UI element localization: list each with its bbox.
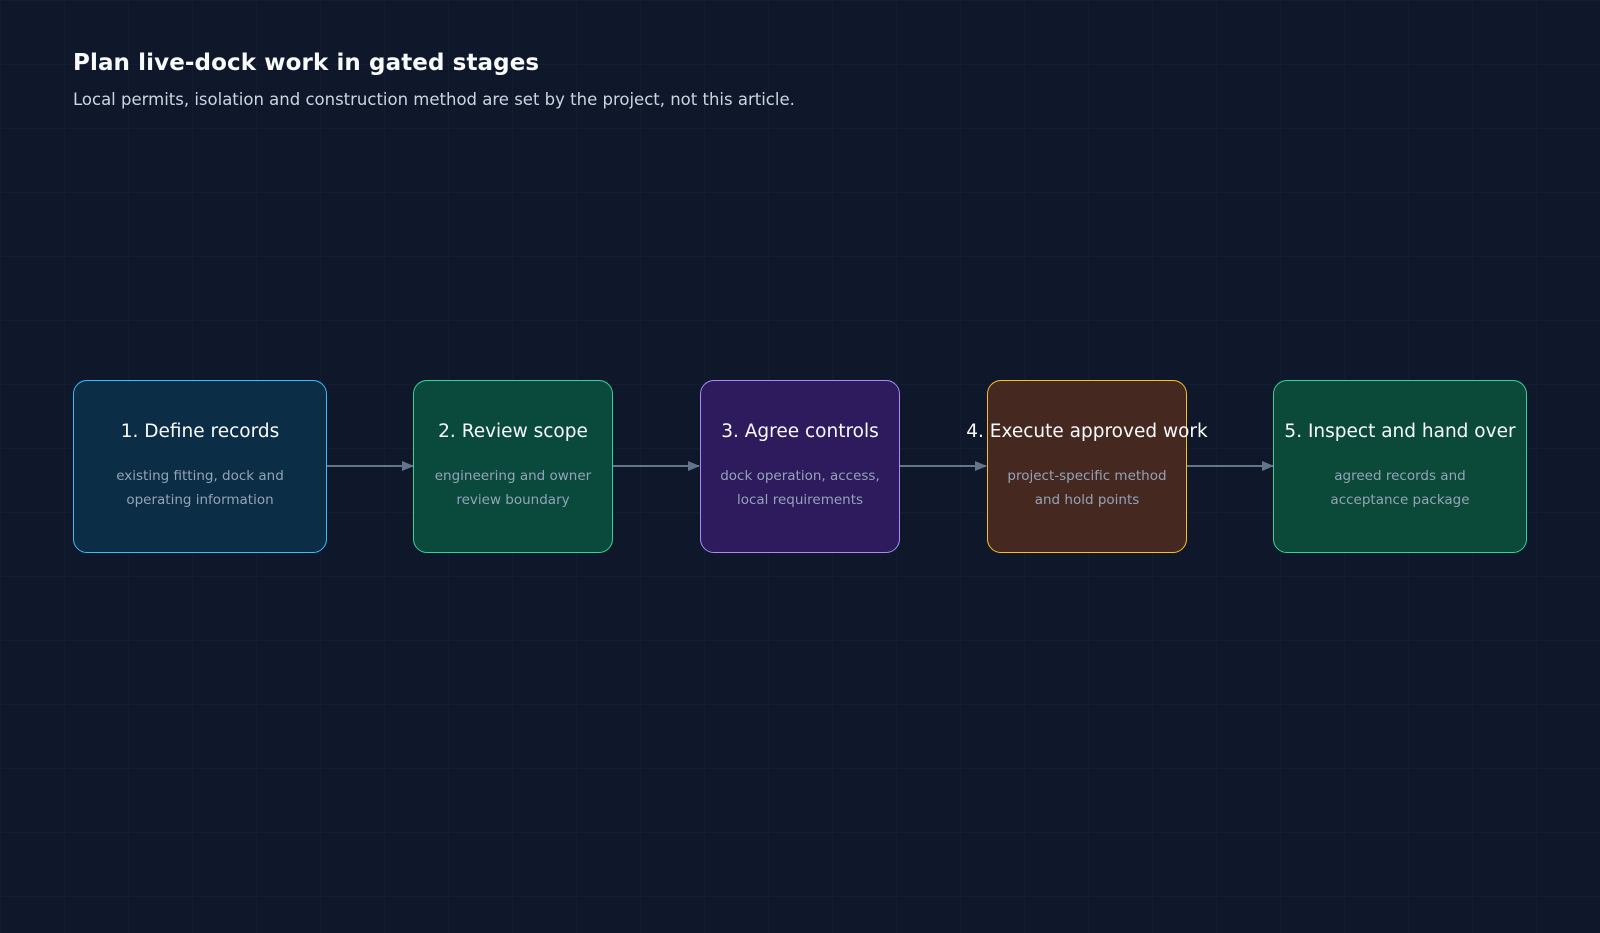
stage-description-line: dock operation, access, <box>720 468 880 484</box>
stage-flow: 1. Define records existing fitting, dock… <box>0 0 1600 933</box>
stage-title: 1. Define records <box>120 421 280 442</box>
stage-description-line: agreed records and <box>1334 468 1466 484</box>
stage-description-line: review boundary <box>456 492 570 508</box>
stage-review-scope: 2. Review scope engineering and owner re… <box>413 380 613 553</box>
stage-description-line: project-specific method <box>1007 468 1167 484</box>
stage-description: engineering and owner review boundary <box>414 464 612 512</box>
stage-description-line: acceptance package <box>1330 492 1470 508</box>
stage-description-line: and hold points <box>1034 492 1140 508</box>
stage-description: agreed records and acceptance package <box>1274 464 1526 512</box>
stage-description-line: existing fitting, dock and <box>116 468 284 484</box>
stage-title: 4. Execute approved work <box>966 421 1208 442</box>
stage-title: 2. Review scope <box>438 421 588 442</box>
stage-title: 3. Agree controls <box>721 421 879 442</box>
stage-execute-approved-work: 4. Execute approved work project-specifi… <box>966 380 1208 553</box>
stage-description-line: operating information <box>126 492 274 508</box>
stage-inspect-and-hand-over: 5. Inspect and hand over agreed records … <box>1273 380 1527 553</box>
stage-description: dock operation, access, local requiremen… <box>701 464 899 512</box>
stage-define-records: 1. Define records existing fitting, dock… <box>73 380 327 553</box>
stage-description: existing fitting, dock and operating inf… <box>74 464 326 512</box>
stage-title: 5. Inspect and hand over <box>1284 421 1516 442</box>
stage-description-line: local requirements <box>736 492 864 508</box>
stage-agree-controls: 3. Agree controls dock operation, access… <box>700 380 900 553</box>
stage-description-line: engineering and owner <box>434 468 592 484</box>
stage-description: project-specific method and hold points <box>988 464 1186 512</box>
